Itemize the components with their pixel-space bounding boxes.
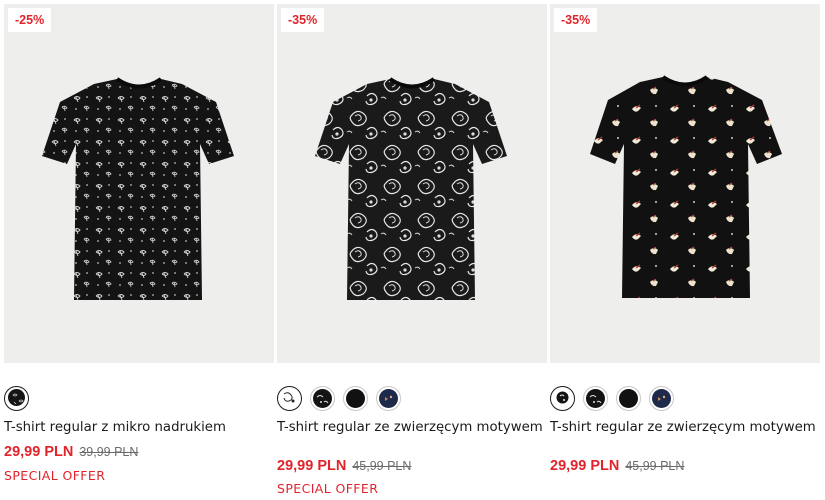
current-price: 29,99 PLN	[277, 458, 347, 474]
product-grid: -25% T-shirt regular z mikro nadrukiem 2…	[0, 0, 825, 500]
discount-badge: -35%	[554, 8, 598, 32]
product-card[interactable]: -25% T-shirt regular z mikro nadrukiem 2…	[4, 4, 274, 483]
color-swatch-navy-print[interactable]	[649, 385, 674, 411]
color-swatches	[4, 384, 37, 412]
special-offer-label[interactable]: SPECIAL OFFER	[277, 481, 378, 496]
color-swatch-black-plain[interactable]	[616, 385, 641, 411]
price-row: 29,99 PLN 45,99 PLN	[277, 458, 411, 474]
discount-badge: -25%	[8, 8, 52, 32]
current-price: 29,99 PLN	[4, 444, 74, 460]
old-price: 39,99 PLN	[79, 445, 139, 459]
color-swatch-black-micro-print[interactable]	[4, 385, 29, 411]
product-image[interactable]: -35%	[550, 4, 820, 363]
special-offer-label[interactable]: SPECIAL OFFER	[4, 468, 105, 483]
price-row: 29,99 PLN 45,99 PLN	[550, 458, 684, 474]
product-title[interactable]: T-shirt regular z mikro nadrukiem	[4, 421, 274, 435]
old-price: 45,99 PLN	[352, 459, 412, 473]
product-image[interactable]: -25%	[4, 4, 274, 363]
color-swatch-black-white-print[interactable]	[310, 385, 335, 411]
color-swatch-black-paisley[interactable]	[277, 385, 302, 411]
old-price: 45,99 PLN	[625, 459, 685, 473]
color-swatches	[550, 384, 682, 412]
color-swatches	[277, 384, 409, 412]
discount-badge: -35%	[281, 8, 325, 32]
color-swatch-black-plain[interactable]	[343, 385, 368, 411]
color-swatch-black-white-print[interactable]	[583, 385, 608, 411]
tshirt-image	[590, 75, 782, 298]
product-title[interactable]: T-shirt regular ze zwierzęcym motywem	[550, 421, 820, 435]
price-row: 29,99 PLN 39,99 PLN	[4, 444, 138, 460]
product-image[interactable]: -35%	[277, 4, 547, 363]
product-card[interactable]: -35% T-shirt regular ze zwierzęcym motyw…	[550, 4, 820, 474]
color-swatch-navy-print[interactable]	[376, 385, 401, 411]
product-title[interactable]: T-shirt regular ze zwierzęcym motywem	[277, 421, 547, 435]
tshirt-image	[315, 77, 507, 300]
color-swatch-black-birds[interactable]	[550, 385, 575, 411]
current-price: 29,99 PLN	[550, 458, 620, 474]
product-card[interactable]: -35% T-shirt regular ze zwierzęcym motyw…	[277, 4, 547, 496]
tshirt-image	[42, 77, 234, 300]
